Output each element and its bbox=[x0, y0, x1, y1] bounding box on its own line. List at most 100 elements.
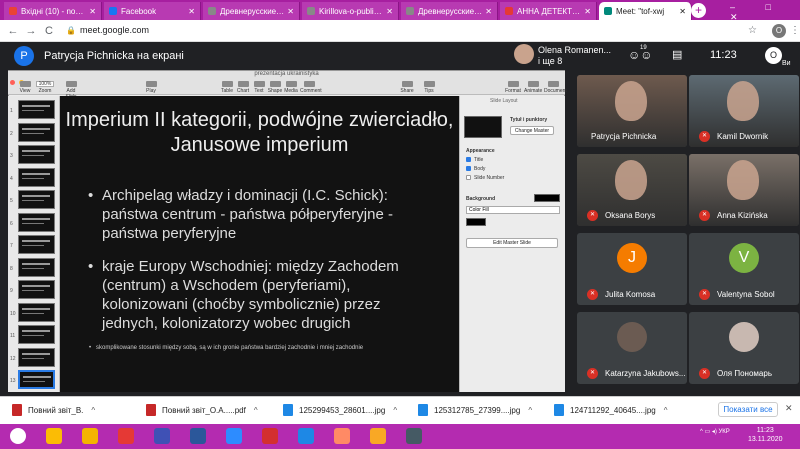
chevron-up-icon[interactable]: ^ bbox=[254, 406, 258, 415]
tab-close-icon[interactable]: ✕ bbox=[86, 7, 96, 16]
toolbar-tips[interactable]: Tips bbox=[420, 81, 438, 94]
download-item[interactable]: 124711292_40645....jpg ^ bbox=[554, 402, 667, 418]
thumb-title-line bbox=[23, 376, 51, 378]
download-item[interactable]: 125299453_28601....jpg ^ bbox=[283, 402, 397, 418]
participant-tile[interactable]: ✕ Katarzyna Jakubows... bbox=[577, 312, 687, 384]
slide-thumbnail[interactable] bbox=[18, 370, 55, 389]
browser-tab[interactable]: Древнерусские бы ✕ bbox=[401, 2, 498, 20]
participant-name: Anna Kizińska bbox=[717, 211, 768, 220]
zoom-select[interactable]: 100% bbox=[36, 81, 54, 87]
participant-tile[interactable]: Patrycja Pichnicka bbox=[577, 75, 687, 147]
taskbar-app-icon[interactable] bbox=[262, 428, 278, 444]
slide-thumbnail[interactable] bbox=[18, 167, 55, 187]
toolbar-format[interactable]: Format bbox=[504, 81, 522, 94]
reload-icon[interactable]: C bbox=[42, 24, 56, 38]
tab-close-icon[interactable]: ✕ bbox=[284, 7, 294, 16]
star-icon[interactable]: ☆ bbox=[748, 25, 757, 36]
start-button-icon[interactable] bbox=[10, 428, 26, 444]
browser-tab[interactable]: Meet: "tof-xwj ✕ bbox=[599, 2, 692, 20]
download-item[interactable]: 125312785_27399....jpg ^ bbox=[418, 402, 532, 418]
participant-tile[interactable]: ✕ Kamil Dwornik bbox=[689, 75, 799, 147]
chevron-up-icon[interactable]: ^ bbox=[91, 406, 95, 415]
chevron-up-icon[interactable]: ^ bbox=[528, 406, 532, 415]
taskbar-app-icon[interactable] bbox=[406, 428, 422, 444]
browser-tab[interactable]: Древнерусские бы ✕ bbox=[203, 2, 300, 20]
participant-name: Oksana Borys bbox=[605, 211, 656, 220]
slide-thumbnail[interactable] bbox=[18, 122, 55, 142]
participant-tile[interactable]: ✕ Anna Kizińska bbox=[689, 154, 799, 226]
browser-tab[interactable]: Kirillova-o-publikac ✕ bbox=[302, 2, 399, 20]
tab-favicon-icon bbox=[307, 7, 315, 15]
slide-thumbnail[interactable] bbox=[18, 302, 55, 322]
taskbar-app-icon[interactable] bbox=[154, 428, 170, 444]
participant-tile[interactable]: ✕ Оля Пономарь bbox=[689, 312, 799, 384]
fill-type-select[interactable]: Color Fill bbox=[466, 206, 560, 214]
toolbar-media[interactable]: Media bbox=[282, 81, 300, 94]
body-checkbox[interactable]: Body bbox=[466, 166, 485, 172]
toolbar-view[interactable]: View bbox=[16, 81, 34, 94]
back-icon[interactable]: ← bbox=[6, 24, 20, 38]
close-downloads-icon[interactable]: ✕ bbox=[785, 403, 793, 414]
forward-icon[interactable]: → bbox=[24, 24, 38, 38]
slide-thumbnail[interactable] bbox=[18, 100, 55, 119]
taskbar-app-icon[interactable] bbox=[298, 428, 314, 444]
file-icon bbox=[146, 404, 156, 416]
edit-master-slide-button[interactable]: Edit Master Slide bbox=[466, 238, 558, 248]
toolbar-animate[interactable]: Animate bbox=[524, 81, 542, 94]
slide-thumbnail[interactable] bbox=[18, 235, 55, 254]
taskbar-app-icon[interactable] bbox=[118, 428, 134, 444]
toolbar-comment[interactable]: Comment bbox=[300, 81, 322, 94]
profile-avatar[interactable]: O bbox=[772, 24, 786, 38]
tab-close-icon[interactable]: ✕ bbox=[676, 7, 686, 16]
taskbar-app-icon[interactable] bbox=[190, 428, 206, 444]
chevron-up-icon[interactable]: ^ bbox=[393, 406, 397, 415]
participant-tile[interactable]: V ✕ Valentyna Sobol bbox=[689, 233, 799, 305]
toolbar-document[interactable]: Document bbox=[544, 81, 567, 94]
slide-thumbnail[interactable] bbox=[18, 257, 55, 277]
browser-tab[interactable]: Вхідні (10) - novicz ✕ bbox=[4, 2, 102, 20]
title-checkbox[interactable]: Title bbox=[466, 157, 483, 163]
slide-thumbnail[interactable] bbox=[18, 212, 55, 232]
browser-tab[interactable]: АННА ДЕТЕКТИВ 2✕ bbox=[500, 2, 597, 20]
slide-thumbnail[interactable] bbox=[18, 347, 55, 367]
participant-tile[interactable]: ✕ Oksana Borys bbox=[577, 154, 687, 226]
chat-icon[interactable]: ▤ bbox=[672, 48, 682, 61]
pinned-participant-avatar[interactable] bbox=[514, 44, 534, 64]
participant-tile[interactable]: J ✕ Julita Komosa bbox=[577, 233, 687, 305]
mic-off-icon: ✕ bbox=[699, 368, 710, 379]
toolbar-zoom[interactable]: Zoom bbox=[36, 88, 54, 94]
tab-close-icon[interactable]: ✕ bbox=[383, 7, 393, 16]
slide-number-checkbox[interactable]: Slide Number bbox=[466, 175, 504, 181]
thumb-title-line bbox=[22, 307, 50, 310]
background-color-swatch[interactable] bbox=[534, 194, 560, 202]
browser-menu-icon[interactable]: ⋮ bbox=[790, 25, 800, 36]
thumb-title-line bbox=[22, 330, 50, 332]
browser-tab[interactable]: Facebook ✕ bbox=[104, 2, 201, 20]
slide-thumbnail[interactable] bbox=[18, 280, 55, 299]
toolbar-icon bbox=[221, 81, 233, 87]
url-input[interactable]: meet.google.com bbox=[80, 25, 149, 35]
show-all-downloads-button[interactable]: Показати все bbox=[718, 402, 778, 417]
new-tab-button[interactable]: + bbox=[691, 3, 706, 18]
tab-label: Facebook bbox=[121, 6, 157, 16]
chevron-up-icon[interactable]: ^ bbox=[664, 406, 668, 415]
change-master-button[interactable]: Change Master bbox=[510, 126, 554, 135]
slide-number: 7 bbox=[10, 243, 13, 249]
tab-close-icon[interactable]: ✕ bbox=[581, 7, 591, 16]
toolbar-share[interactable]: Share bbox=[398, 81, 416, 94]
slide-thumbnail[interactable] bbox=[18, 190, 55, 209]
fill-color-swatch[interactable] bbox=[466, 218, 486, 226]
download-item[interactable]: Повний звіт_В. ^ bbox=[12, 402, 95, 418]
taskbar-app-icon[interactable] bbox=[334, 428, 350, 444]
download-item[interactable]: Повний звіт_О.А.....pdf ^ bbox=[146, 402, 258, 418]
taskbar-app-icon[interactable] bbox=[226, 428, 242, 444]
taskbar-app-icon[interactable] bbox=[82, 428, 98, 444]
tab-close-icon[interactable]: ✕ bbox=[185, 7, 195, 16]
thumb-title-line bbox=[22, 150, 50, 152]
slide-thumbnail[interactable] bbox=[18, 325, 55, 344]
tab-close-icon[interactable]: ✕ bbox=[482, 7, 492, 16]
slide-thumbnail[interactable] bbox=[18, 145, 55, 164]
taskbar-app-icon[interactable] bbox=[370, 428, 386, 444]
toolbar-play[interactable]: Play bbox=[142, 81, 160, 94]
taskbar-app-icon[interactable] bbox=[46, 428, 62, 444]
